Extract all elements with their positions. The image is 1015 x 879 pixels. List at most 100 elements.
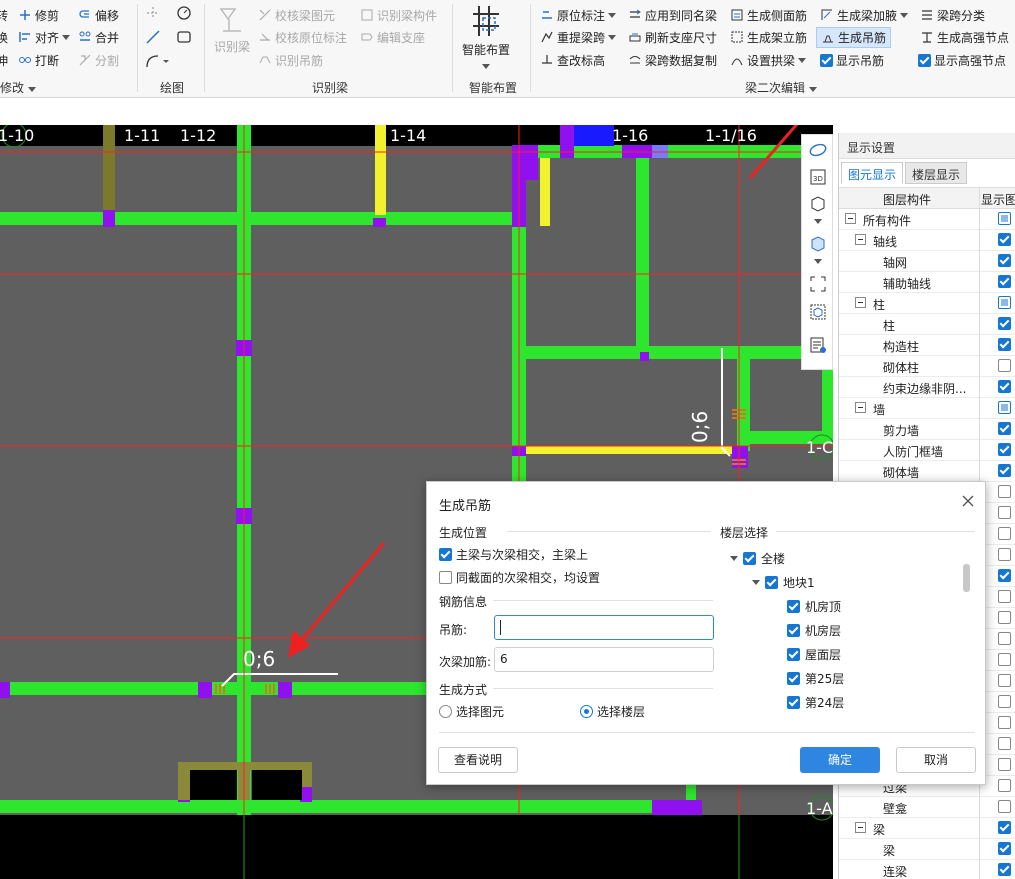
gen-beam-haunch-button[interactable]: 生成梁加腋 — [820, 6, 909, 24]
extend-button[interactable]: 伸 — [0, 51, 8, 69]
visibility-checkbox[interactable] — [998, 632, 1011, 645]
point-tool-icon[interactable] — [145, 5, 161, 21]
layer-tree-row[interactable]: 墙 — [839, 398, 1015, 419]
show-high-strength-checkbox[interactable]: 显示高强节点 — [918, 51, 1006, 69]
floor-checkbox[interactable] — [787, 671, 800, 685]
tab-floor-display[interactable]: 楼层显示 — [905, 162, 968, 184]
visibility-checkbox[interactable] — [998, 863, 1011, 876]
layer-tree-row[interactable]: 砌体柱 — [839, 356, 1015, 377]
floor-tree-item[interactable]: 机房层 — [720, 619, 960, 641]
hanger-rebar-input[interactable] — [494, 615, 714, 640]
secondary-group-label[interactable]: 梁二次编辑 — [745, 79, 817, 96]
floor-checkbox[interactable] — [787, 647, 800, 661]
re-extract-span-button[interactable]: 重提梁跨 — [540, 28, 617, 46]
layer-tree-row[interactable]: 剪力墙 — [839, 419, 1015, 440]
solid-view-icon[interactable] — [809, 235, 827, 253]
layer-tree-row[interactable]: 砌体墙 — [839, 461, 1015, 482]
floor-checkbox[interactable] — [787, 599, 800, 613]
split-button[interactable]: 分割 — [78, 51, 119, 69]
identify-beam-big-button[interactable]: 识别梁 — [212, 5, 252, 65]
layer-tree-row[interactable]: 人防门框墙 — [839, 440, 1015, 461]
break-button[interactable]: 打断 — [18, 51, 59, 69]
copy-span-data-button[interactable]: 梁跨数据复制 — [628, 51, 717, 69]
3d-view-icon[interactable]: 3D — [809, 168, 827, 186]
fit-view-icon[interactable] — [809, 275, 827, 293]
gen-side-rebar-button[interactable]: 生成侧面筋 — [730, 6, 807, 24]
close-icon[interactable] — [962, 495, 974, 507]
identify-beam-member-button[interactable]: 识别梁构件 — [360, 6, 437, 24]
floor-checkbox[interactable] — [787, 623, 800, 637]
visibility-checkbox[interactable] — [998, 800, 1011, 813]
collapse-toggle-icon[interactable] — [855, 297, 866, 308]
floor-tree-item[interactable]: 地块1 — [720, 571, 960, 593]
floor-checkbox[interactable] — [787, 695, 800, 709]
merge-button[interactable]: 合并 — [78, 28, 119, 46]
layer-tree-row[interactable]: 梁 — [839, 839, 1015, 860]
rotate-button[interactable]: 转 — [0, 6, 8, 24]
visibility-checkbox[interactable] — [998, 275, 1011, 288]
layer-tree-row[interactable]: 辅助轴线 — [839, 272, 1015, 293]
rectangle-tool-icon[interactable] — [176, 29, 192, 45]
gen-high-strength-node-button[interactable]: 生成高强节点 — [920, 28, 1009, 46]
visibility-checkbox[interactable] — [998, 548, 1011, 561]
check-in-situ-label-button[interactable]: 校核原位标注 — [258, 28, 347, 46]
visibility-checkbox[interactable] — [998, 842, 1011, 855]
expand-arrow-icon[interactable] — [752, 579, 760, 585]
layer-tree-row[interactable]: 约束边缘非阴... — [839, 377, 1015, 398]
visibility-checkbox[interactable] — [998, 821, 1011, 834]
visibility-checkbox[interactable] — [998, 737, 1011, 750]
select-elements-radio[interactable]: 选择图元 — [439, 703, 504, 720]
visibility-checkbox[interactable] — [998, 464, 1011, 477]
in-situ-label-button[interactable]: 原位标注 — [540, 6, 617, 24]
smart-layout-big-button[interactable]: 智能布置 — [458, 4, 514, 69]
ok-button[interactable]: 确定 — [800, 747, 880, 773]
floor-tree-item[interactable]: 机房顶 — [720, 595, 960, 617]
floor-checkbox[interactable] — [765, 575, 778, 589]
visibility-checkbox[interactable] — [998, 653, 1011, 666]
cube-view-icon[interactable] — [809, 195, 827, 213]
visibility-checkbox[interactable] — [998, 590, 1011, 603]
check-elevation-button[interactable]: 查改标高 — [540, 51, 605, 69]
view-help-button[interactable]: 查看说明 — [438, 747, 518, 773]
modify-group-label[interactable]: 修改 — [0, 79, 36, 96]
visibility-checkbox[interactable] — [998, 611, 1011, 624]
tab-element-display[interactable]: 图元显示 — [841, 162, 904, 184]
select-floors-radio[interactable]: 选择楼层 — [580, 703, 645, 720]
layer-tree-row[interactable]: 梁 — [839, 818, 1015, 839]
collapse-toggle-icon[interactable] — [845, 213, 856, 224]
visibility-checkbox[interactable] — [998, 254, 1011, 267]
display-settings-icon[interactable] — [809, 336, 827, 354]
visibility-checkbox[interactable] — [998, 443, 1011, 456]
refresh-support-size-button[interactable]: 刷新支座尺寸 — [628, 28, 717, 46]
box-select-icon[interactable] — [809, 303, 827, 321]
span-classify-button[interactable]: 梁跨分类 — [920, 6, 985, 24]
visibility-checkbox[interactable] — [998, 380, 1011, 393]
gen-erection-rebar-button[interactable]: 生成架立筋 — [730, 28, 807, 46]
collapse-toggle-icon[interactable] — [855, 234, 866, 245]
visibility-checkbox[interactable] — [998, 212, 1011, 225]
visibility-checkbox[interactable] — [998, 359, 1011, 372]
visibility-checkbox[interactable] — [998, 506, 1011, 519]
layer-tree-row[interactable]: 轴线 — [839, 230, 1015, 251]
rotate-view-icon[interactable] — [809, 141, 827, 159]
floor-tree-item[interactable]: 第24层 — [720, 691, 960, 713]
visibility-checkbox[interactable] — [998, 716, 1011, 729]
layer-tree-row[interactable]: 柱 — [839, 314, 1015, 335]
line-tool-icon[interactable] — [145, 29, 161, 45]
visibility-checkbox[interactable] — [998, 569, 1011, 582]
layer-tree-row[interactable]: 壁龛 — [839, 797, 1015, 818]
edit-support-button[interactable]: 编辑支座 — [360, 28, 425, 46]
floor-tree-item[interactable]: 全楼 — [720, 547, 960, 569]
visibility-checkbox[interactable] — [998, 527, 1011, 540]
show-hanger-checkbox[interactable]: 显示吊筋 — [820, 51, 884, 69]
check-beam-element-button[interactable]: 校核梁图元 — [258, 6, 335, 24]
visibility-checkbox[interactable] — [998, 296, 1011, 309]
visibility-checkbox[interactable] — [998, 233, 1011, 246]
same-section-option[interactable]: 同截面的次梁相交，均设置 — [439, 569, 600, 586]
floor-tree-item[interactable]: 第25层 — [720, 667, 960, 689]
visibility-checkbox[interactable] — [998, 485, 1011, 498]
apply-same-beam-button[interactable]: 应用到同名梁 — [628, 6, 717, 24]
expand-arrow-icon[interactable] — [730, 555, 738, 561]
collapse-toggle-icon[interactable] — [855, 402, 866, 413]
align-button[interactable]: 对齐 — [18, 28, 71, 46]
